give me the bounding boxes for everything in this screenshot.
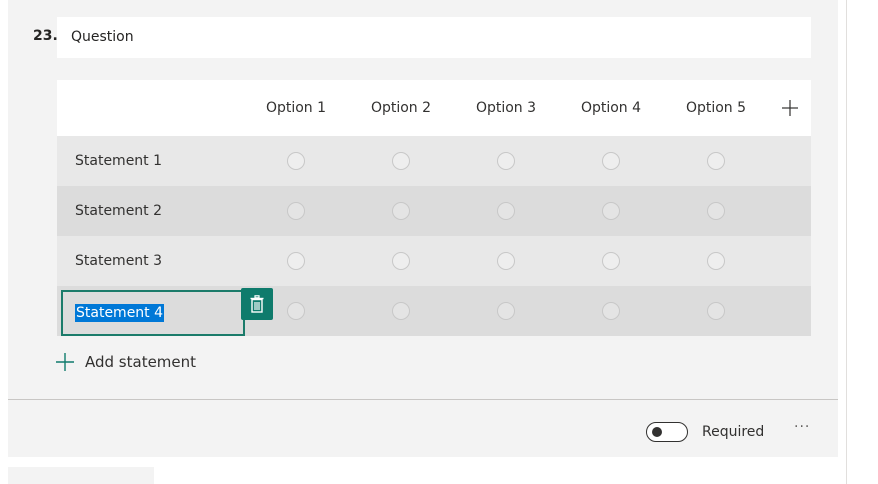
option-header-2[interactable]: Option 2 — [361, 80, 441, 136]
statement-row-4: Statement 4 — [57, 286, 811, 336]
statement-label-1[interactable]: Statement 1 — [75, 136, 162, 186]
radio-button[interactable] — [602, 252, 620, 270]
required-toggle[interactable] — [646, 422, 688, 442]
radio-button[interactable] — [287, 202, 305, 220]
add-statement-label: Add statement — [85, 353, 197, 371]
more-options-button[interactable]: ··· — [794, 420, 818, 440]
radio-button[interactable] — [707, 302, 725, 320]
radio-button[interactable] — [287, 302, 305, 320]
selected-statement-text[interactable]: Statement 4 — [75, 304, 165, 322]
option-header-3[interactable]: Option 3 — [466, 80, 546, 136]
radio-button[interactable] — [497, 252, 515, 270]
statement-row-3: Statement 3 — [57, 236, 811, 286]
statement-edit-input[interactable]: Statement 4 — [61, 290, 245, 336]
statement-row-2: Statement 2 — [57, 186, 811, 236]
option-header-1[interactable]: Option 1 — [256, 80, 336, 136]
question-title-input[interactable]: Question — [57, 17, 811, 58]
radio-button[interactable] — [392, 252, 410, 270]
radio-button[interactable] — [602, 202, 620, 220]
radio-button[interactable] — [392, 302, 410, 320]
next-question-card — [8, 467, 154, 484]
radio-button[interactable] — [497, 302, 515, 320]
grid-header: Option 1 Option 2 Option 3 Option 4 Opti… — [57, 80, 811, 136]
radio-button[interactable] — [287, 252, 305, 270]
radio-button[interactable] — [392, 202, 410, 220]
radio-button[interactable] — [602, 152, 620, 170]
add-statement-button[interactable]: Add statement — [55, 352, 196, 372]
statement-label-3[interactable]: Statement 3 — [75, 236, 162, 286]
likert-grid: Option 1 Option 2 Option 3 Option 4 Opti… — [57, 80, 811, 336]
radio-button[interactable] — [707, 252, 725, 270]
footer-divider — [8, 399, 838, 400]
scrollbar-track[interactable] — [846, 0, 878, 484]
radio-button[interactable] — [497, 152, 515, 170]
trash-icon — [250, 295, 264, 313]
toggle-knob — [652, 427, 662, 437]
radio-button[interactable] — [287, 152, 305, 170]
statement-row-1: Statement 1 — [57, 136, 811, 186]
radio-button[interactable] — [602, 302, 620, 320]
question-card: 23. Question Option 1 Option 2 Option 3 … — [8, 0, 838, 457]
radio-button[interactable] — [497, 202, 515, 220]
radio-button[interactable] — [707, 202, 725, 220]
question-number: 23. — [33, 28, 58, 44]
add-option-button[interactable] — [775, 93, 805, 123]
radio-button[interactable] — [707, 152, 725, 170]
plus-icon — [782, 100, 798, 116]
option-header-4[interactable]: Option 4 — [571, 80, 651, 136]
delete-statement-button[interactable] — [241, 288, 273, 320]
statement-label-2[interactable]: Statement 2 — [75, 186, 162, 236]
required-label: Required — [702, 424, 765, 440]
radio-button[interactable] — [392, 152, 410, 170]
question-title-text: Question — [71, 29, 134, 45]
plus-icon — [56, 353, 74, 371]
option-header-5[interactable]: Option 5 — [676, 80, 756, 136]
